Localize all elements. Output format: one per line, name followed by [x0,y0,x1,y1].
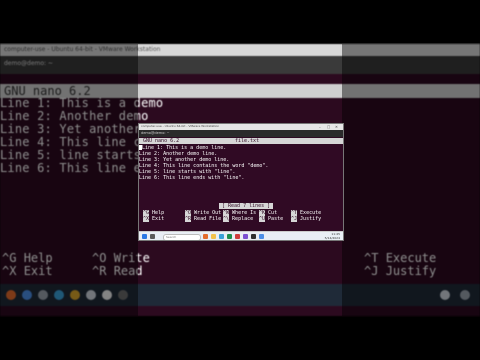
search-input[interactable]: Search [163,234,201,240]
app-icon[interactable] [235,234,240,239]
window-title: computer-use - Ubuntu 64-bit - VMware Wo… [141,124,220,128]
app-icon[interactable] [203,234,208,239]
close-icon[interactable]: ✕ [335,125,338,129]
app-icon[interactable] [259,234,264,239]
nano-header: GNU nano 6.2 file.txt [139,138,343,144]
buffer-line[interactable]: Line 6: This line ends with "line". [139,175,244,181]
task-view-icon[interactable] [150,234,155,239]
shade-right [342,44,480,316]
shortcut-row: ^X Exit ^R Read File ^\ Replace ^U Paste… [139,216,343,222]
taskbar: Search 11:45 5/14/2024 [139,231,343,240]
app-icon[interactable] [243,234,248,239]
shade-left [0,44,138,316]
start-icon[interactable] [142,234,147,239]
clock[interactable]: 11:45 5/14/2024 [325,232,340,240]
nano-version: GNU nano 6.2 [143,138,180,144]
folder-icon[interactable] [211,234,216,239]
tab-bar: demo@demo: ~ [139,130,343,137]
terminal-icon[interactable] [251,234,256,239]
maximize-icon[interactable]: □ [327,125,330,129]
minimize-icon[interactable]: – [319,125,321,129]
shortcut-justify[interactable]: ^J Justify [291,216,321,222]
shortcut-read-file[interactable]: ^R Read File [185,216,221,222]
foreground-window: computer-use - Ubuntu 64-bit - VMware Wo… [138,123,344,241]
status-message: [ Read 7 lines ] [219,203,274,209]
browser-icon[interactable] [219,234,224,239]
terminal-tab[interactable]: demo@demo: ~ [141,131,170,135]
shortcut-paste[interactable]: ^U Paste [259,216,283,222]
shortcut-replace[interactable]: ^\ Replace [223,216,253,222]
nano-filename: file.txt [235,138,260,144]
app-icon[interactable] [227,234,232,239]
shortcut-exit[interactable]: ^X Exit [143,216,164,222]
terminal[interactable]: GNU nano 6.2 file.txt Line 1: This is a … [139,137,343,231]
